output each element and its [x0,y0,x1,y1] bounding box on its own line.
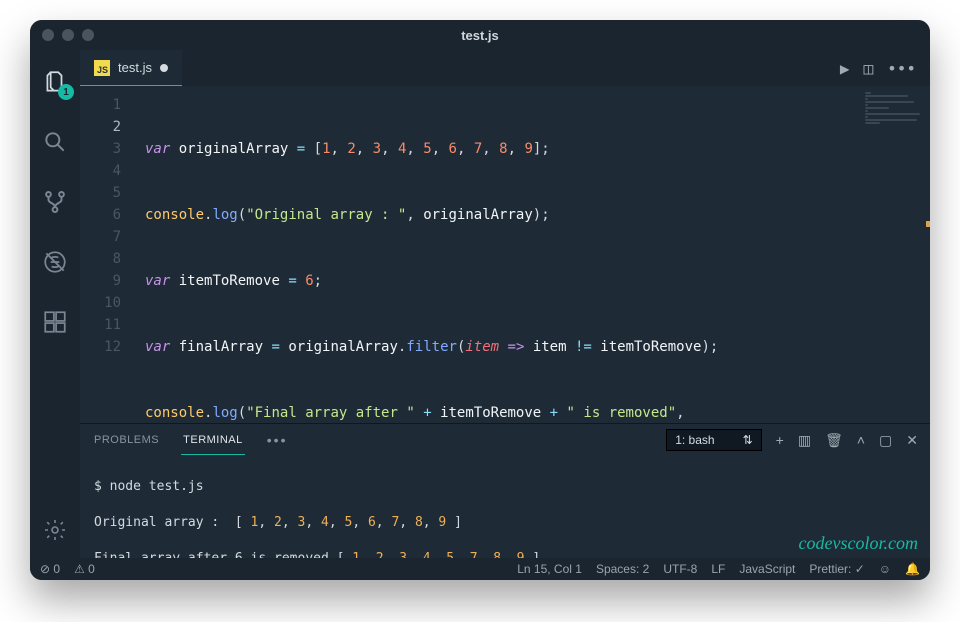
panel-controls: 1: bash ⇅ + ▥ 🗑 ˄ ▢ ✕ [666,429,918,451]
new-terminal-icon[interactable]: + [776,432,784,448]
code-area[interactable]: var originalArray = [1, 2, 3, 4, 5, 6, 7… [135,86,860,423]
close-panel-icon[interactable]: ✕ [906,432,918,449]
search-icon[interactable] [30,122,80,162]
status-encoding[interactable]: UTF-8 [663,562,697,576]
more-actions-icon[interactable]: ••• [887,59,916,78]
status-prettier[interactable]: Prettier: ✓ [809,562,864,576]
js-file-icon: JS [94,60,110,76]
status-warnings[interactable]: ⚠ 0 [74,562,95,576]
status-indent[interactable]: Spaces: 2 [596,562,649,576]
settings-gear-icon[interactable] [30,510,80,550]
status-bell-icon[interactable]: 🔔 [905,562,920,576]
title-bar: test.js [30,20,930,50]
minimap[interactable] [860,86,930,423]
window-body: 1 JS test.j [30,50,930,558]
panel: PROBLEMS TERMINAL ••• 1: bash ⇅ + ▥ 🗑 ˄ … [80,423,930,558]
dirty-indicator-icon [160,64,168,72]
watermark: codevscolor.com [799,533,918,554]
status-eol[interactable]: LF [711,562,725,576]
split-terminal-icon[interactable]: ▥ [798,432,811,449]
window-title: test.js [30,28,930,43]
panel-tab-more[interactable]: ••• [265,424,290,456]
terminal-selector[interactable]: 1: bash ⇅ [666,429,761,451]
source-control-icon[interactable] [30,182,80,222]
panel-tab-terminal[interactable]: TERMINAL [181,426,245,455]
editor-actions: ▶ ◫ ••• [826,50,930,86]
editor[interactable]: 123456789101112 var originalArray = [1, … [80,86,930,423]
tab-filename: test.js [118,60,152,75]
vscode-window: test.js 1 [30,20,930,580]
terminal-selector-label: 1: bash [675,433,714,447]
status-feedback-icon[interactable]: ☺ [879,562,891,576]
status-cursor-position[interactable]: Ln 15, Col 1 [517,562,582,576]
chevron-updown-icon: ⇅ [743,433,753,447]
explorer-badge: 1 [58,84,74,100]
explorer-icon[interactable]: 1 [30,62,80,102]
run-icon[interactable]: ▶ [840,59,850,78]
tab-bar: JS test.js ▶ ◫ ••• [80,50,930,86]
tab-testjs[interactable]: JS test.js [80,50,182,86]
status-errors[interactable]: ⊘ 0 [40,562,60,576]
maximize-panel-icon[interactable]: ▢ [879,432,892,449]
panel-tab-problems[interactable]: PROBLEMS [92,426,161,454]
debug-icon[interactable] [30,242,80,282]
status-language[interactable]: JavaScript [739,562,795,576]
kill-terminal-icon[interactable]: 🗑 [825,432,843,449]
activity-bar: 1 [30,50,80,558]
panel-up-icon[interactable]: ˄ [857,432,865,448]
panel-tabs: PROBLEMS TERMINAL ••• 1: bash ⇅ + ▥ 🗑 ˄ … [80,424,930,456]
split-editor-icon[interactable]: ◫ [863,59,873,78]
main-area: JS test.js ▶ ◫ ••• 123456789101112 var o… [80,50,930,558]
status-bar: ⊘ 0 ⚠ 0 Ln 15, Col 1 Spaces: 2 UTF-8 LF … [30,558,930,580]
minimap-marker [926,221,930,227]
line-number-gutter: 123456789101112 [80,86,135,423]
extensions-icon[interactable] [30,302,80,342]
